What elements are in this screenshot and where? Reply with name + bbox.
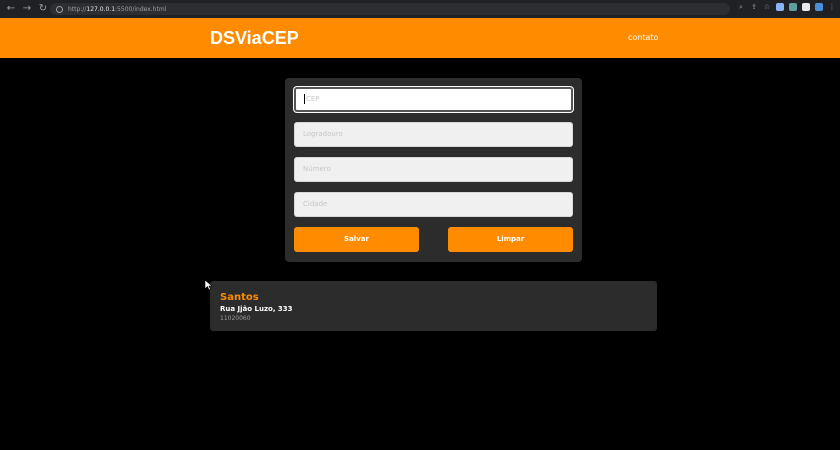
result-cep: 11020060 [220,315,251,322]
save-button[interactable]: Salvar [294,227,419,252]
extension-icon[interactable] [776,3,784,11]
back-icon[interactable]: ← [4,2,18,16]
forward-icon[interactable]: → [20,2,34,16]
numero-input[interactable]: Número [294,157,573,182]
site-header: DSViaCEP contato [0,18,840,58]
cidade-input[interactable]: Cidade [294,192,573,217]
extension-icon[interactable] [789,3,797,11]
address-form: CEP Logradouro Número Cidade Salvar Limp… [285,78,582,262]
browser-toolbar: ← → ↻ http://127.0.0.1:5500/index.html ⌕… [0,0,840,18]
result-city: Santos [220,292,259,303]
menu-icon[interactable]: ⋮ [828,3,836,11]
clear-button[interactable]: Limpar [448,227,573,252]
cep-input[interactable]: CEP [294,87,573,112]
bookmark-star-icon[interactable]: ☆ [763,3,771,11]
address-result-card: Santos Rua Jjão Luzo, 333 11020060 [210,281,657,331]
mouse-pointer-icon [204,279,212,291]
address-bar[interactable]: http://127.0.0.1:5500/index.html [50,3,730,15]
reload-icon[interactable]: ↻ [36,2,50,16]
zoom-icon[interactable]: ⌕ [737,3,745,11]
extension-icon[interactable] [815,3,823,11]
address-bar-url: http://127.0.0.1:5500/index.html [68,5,167,13]
share-icon[interactable]: ⇪ [750,3,758,11]
text-caret [304,94,305,104]
brand-logo[interactable]: DSViaCEP [210,28,299,49]
nav-link-contato[interactable]: contato [628,33,658,42]
extension-icon[interactable] [802,3,810,11]
site-info-icon[interactable] [56,5,63,13]
logradouro-input[interactable]: Logradouro [294,122,573,147]
result-street: Rua Jjão Luzo, 333 [220,305,293,313]
